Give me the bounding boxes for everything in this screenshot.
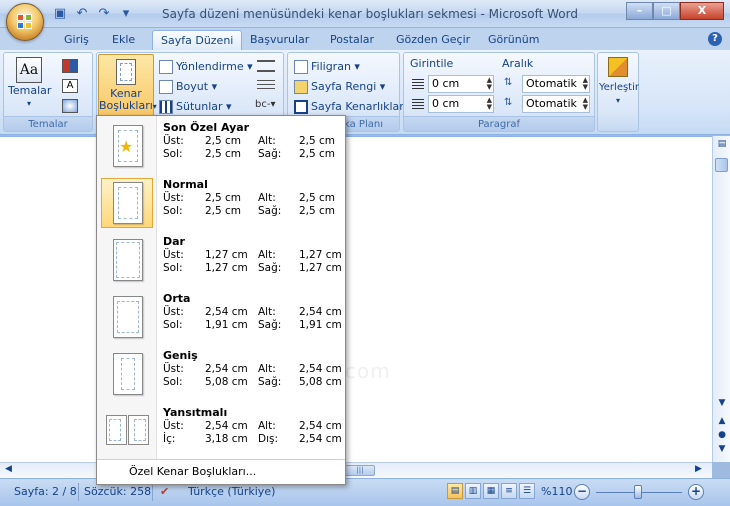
browse-object-icon[interactable]: ● <box>716 430 728 440</box>
spacing-label: Aralık <box>502 57 534 70</box>
narrow-margin-preview-icon <box>113 239 143 281</box>
undo-icon[interactable]: ↶ <box>74 6 90 22</box>
orientation-button[interactable]: Yönlendirme ▾ <box>159 58 253 76</box>
columns-icon <box>159 100 173 114</box>
tab-basvurular[interactable]: Başvurular <box>242 30 317 50</box>
maximize-button[interactable]: □ <box>653 2 680 20</box>
mirrored-margin-preview-icon <box>106 415 150 445</box>
spacing-before-icon: ⇅ <box>504 77 513 88</box>
line-numbers-icon[interactable] <box>257 80 275 92</box>
status-words[interactable]: Sözcük: 258 <box>84 485 151 498</box>
title-bar: ▣ ↶ ↷ ▾ Sayfa düzeni menüsündeki kenar b… <box>0 0 730 28</box>
custom-margins-menu-item[interactable]: Özel Kenar Boşlukları... <box>97 459 345 484</box>
margins-dropdown-menu: ★ Son Özel Ayar Üst: 2,5 cm Alt: 2,5 cm Sol… <box>96 115 346 485</box>
group-temalar: Aa Temalar ▾ A Temalar <box>3 52 93 132</box>
page-color-icon <box>294 80 308 94</box>
office-logo-icon <box>17 14 34 31</box>
indent-right-icon <box>412 99 424 109</box>
tab-gozden-gecir[interactable]: Gözden Geçir <box>388 30 478 50</box>
watermark-button[interactable]: Filigran ▾ <box>294 58 360 76</box>
spacing-after-icon: ⇅ <box>504 97 513 108</box>
theme-fonts-icon[interactable]: A <box>62 79 78 93</box>
indent-left-icon <box>412 79 424 89</box>
previous-page-icon[interactable]: ▲ <box>716 416 728 426</box>
size-button[interactable]: Boyut ▾ <box>159 78 217 96</box>
scroll-left-icon[interactable]: ◀ <box>5 464 12 474</box>
zoom-slider-thumb[interactable] <box>634 485 642 499</box>
next-page-icon[interactable]: ▼ <box>716 444 728 454</box>
proofing-icon[interactable]: ✔ <box>160 485 169 498</box>
full-screen-reading-view-button[interactable]: ▥ <box>465 483 481 499</box>
margin-option-narrow[interactable]: Dar Üst: 1,27 cm Alt: 1,27 cm Sol: 1,27 cm Sa… <box>99 233 343 285</box>
tab-ekle[interactable]: Ekle <box>104 30 143 50</box>
scroll-down-icon[interactable]: ▼ <box>716 398 728 408</box>
spacing-after-input[interactable]: Otomatik ▲ ▼ <box>522 95 590 113</box>
margin-option-moderate[interactable]: Orta Üst: 2,54 cm Alt: 2,54 cm Sol: 1,91 cm S… <box>99 290 343 342</box>
zoom-in-button[interactable]: + <box>688 484 704 500</box>
draft-view-button[interactable]: ☰ <box>519 483 535 499</box>
zoom-out-button[interactable]: − <box>574 484 590 500</box>
horizontal-scroll-thumb[interactable]: ||| <box>345 465 375 476</box>
group-yerlestir: Yerleştir ▾ <box>597 52 639 132</box>
margin-option-normal[interactable]: Normal Üst: 2,5 cm Alt: 2,5 cm Sol: 2,5 cm Sa… <box>99 176 343 228</box>
theme-colors-icon[interactable] <box>62 59 78 73</box>
moderate-margin-preview-icon <box>113 296 143 338</box>
page-color-button[interactable]: Sayfa Rengi ▾ <box>294 78 385 96</box>
close-button[interactable]: X <box>680 2 724 20</box>
vertical-scroll-thumb[interactable] <box>715 158 728 172</box>
margin-option-wide[interactable]: Geniş Üst: 2,54 cm Alt: 2,54 cm Sol: 5,08 cm… <box>99 347 343 399</box>
margin-option-mirrored[interactable]: Yansıtmalı Üst: 2,54 cm Alt: 2,54 cm İç: 3,1… <box>99 404 343 456</box>
custom-margin-preview-icon: ★ <box>113 125 143 167</box>
status-page[interactable]: Sayfa: 2 / 8 <box>14 485 77 498</box>
watermark-icon <box>294 60 308 74</box>
ribbon-tabs: Giriş Ekle Sayfa Düzeni Başvurular Posta… <box>0 28 730 50</box>
quick-access-toolbar: ▣ ↶ ↷ ▾ <box>52 6 134 22</box>
theme-effects-icon[interactable] <box>62 99 78 113</box>
page-borders-icon <box>294 100 308 114</box>
arrange-icon <box>608 57 628 77</box>
window-title: Sayfa düzeni menüsündeki kenar boşluklar… <box>162 7 578 21</box>
themes-icon: Aa <box>16 57 42 83</box>
normal-margin-preview-icon <box>113 182 143 224</box>
tab-giris[interactable]: Giriş <box>56 30 97 50</box>
status-language[interactable]: Türkçe (Türkiye) <box>188 485 275 498</box>
scroll-right-icon[interactable]: ▶ <box>695 464 702 474</box>
star-icon: ★ <box>119 137 134 156</box>
margin-option-last-custom[interactable]: ★ Son Özel Ayar Üst: 2,5 cm Alt: 2,5 cm Sol… <box>99 119 343 171</box>
outline-view-button[interactable]: ≡ <box>501 483 517 499</box>
hyphenation-icon[interactable]: bc‑▾ <box>255 99 275 110</box>
page-borders-button[interactable]: Sayfa Kenarlıkları <box>294 98 407 116</box>
redo-icon[interactable]: ↷ <box>96 6 112 22</box>
arrange-button[interactable]: Yerleştir ▾ <box>599 57 639 107</box>
margins-button[interactable]: Kenar Boşlukları▾ <box>98 54 157 116</box>
themes-button[interactable]: Aa Temalar ▾ <box>8 57 51 110</box>
indent-left-input[interactable]: 0 cm ▲ ▼ <box>428 75 494 93</box>
group-paragraf: Girintile Aralık 0 cm ▲ ▼ 0 cm ▲ ▼ ⇅ Otomati… <box>403 52 595 132</box>
spacing-before-input[interactable]: Otomatik ▲ ▼ <box>522 75 590 93</box>
group-label-paragraf: Paragraf <box>404 116 594 131</box>
save-icon[interactable]: ▣ <box>52 6 68 22</box>
tab-gorunum[interactable]: Görünüm <box>480 30 547 50</box>
ruler-toggle-icon[interactable]: ▤ <box>716 139 728 149</box>
columns-button[interactable]: Sütunlar ▾ <box>159 98 232 116</box>
customize-qat-icon[interactable]: ▾ <box>118 6 134 22</box>
indent-right-input[interactable]: 0 cm ▲ ▼ <box>428 95 494 113</box>
vertical-scrollbar[interactable]: ▤ ▼ ▲ ● ▼ <box>712 136 730 462</box>
window-controls: – □ X <box>626 2 724 20</box>
tab-postalar[interactable]: Postalar <box>322 30 382 50</box>
zoom-level[interactable]: %110 <box>541 485 572 498</box>
office-button[interactable] <box>6 3 44 41</box>
size-icon <box>159 80 173 94</box>
group-label-temalar: Temalar <box>4 116 92 131</box>
wide-margin-preview-icon <box>113 353 143 395</box>
help-icon[interactable]: ? <box>708 32 722 46</box>
indent-label: Girintile <box>410 57 454 70</box>
web-layout-view-button[interactable]: ▦ <box>483 483 499 499</box>
tab-sayfa-duzeni[interactable]: Sayfa Düzeni <box>152 30 243 50</box>
minimize-button[interactable]: – <box>626 2 653 20</box>
print-layout-view-button[interactable]: ▤ <box>447 483 463 499</box>
breaks-icon[interactable] <box>257 60 275 72</box>
orientation-icon <box>159 60 173 74</box>
margins-icon <box>116 59 136 85</box>
